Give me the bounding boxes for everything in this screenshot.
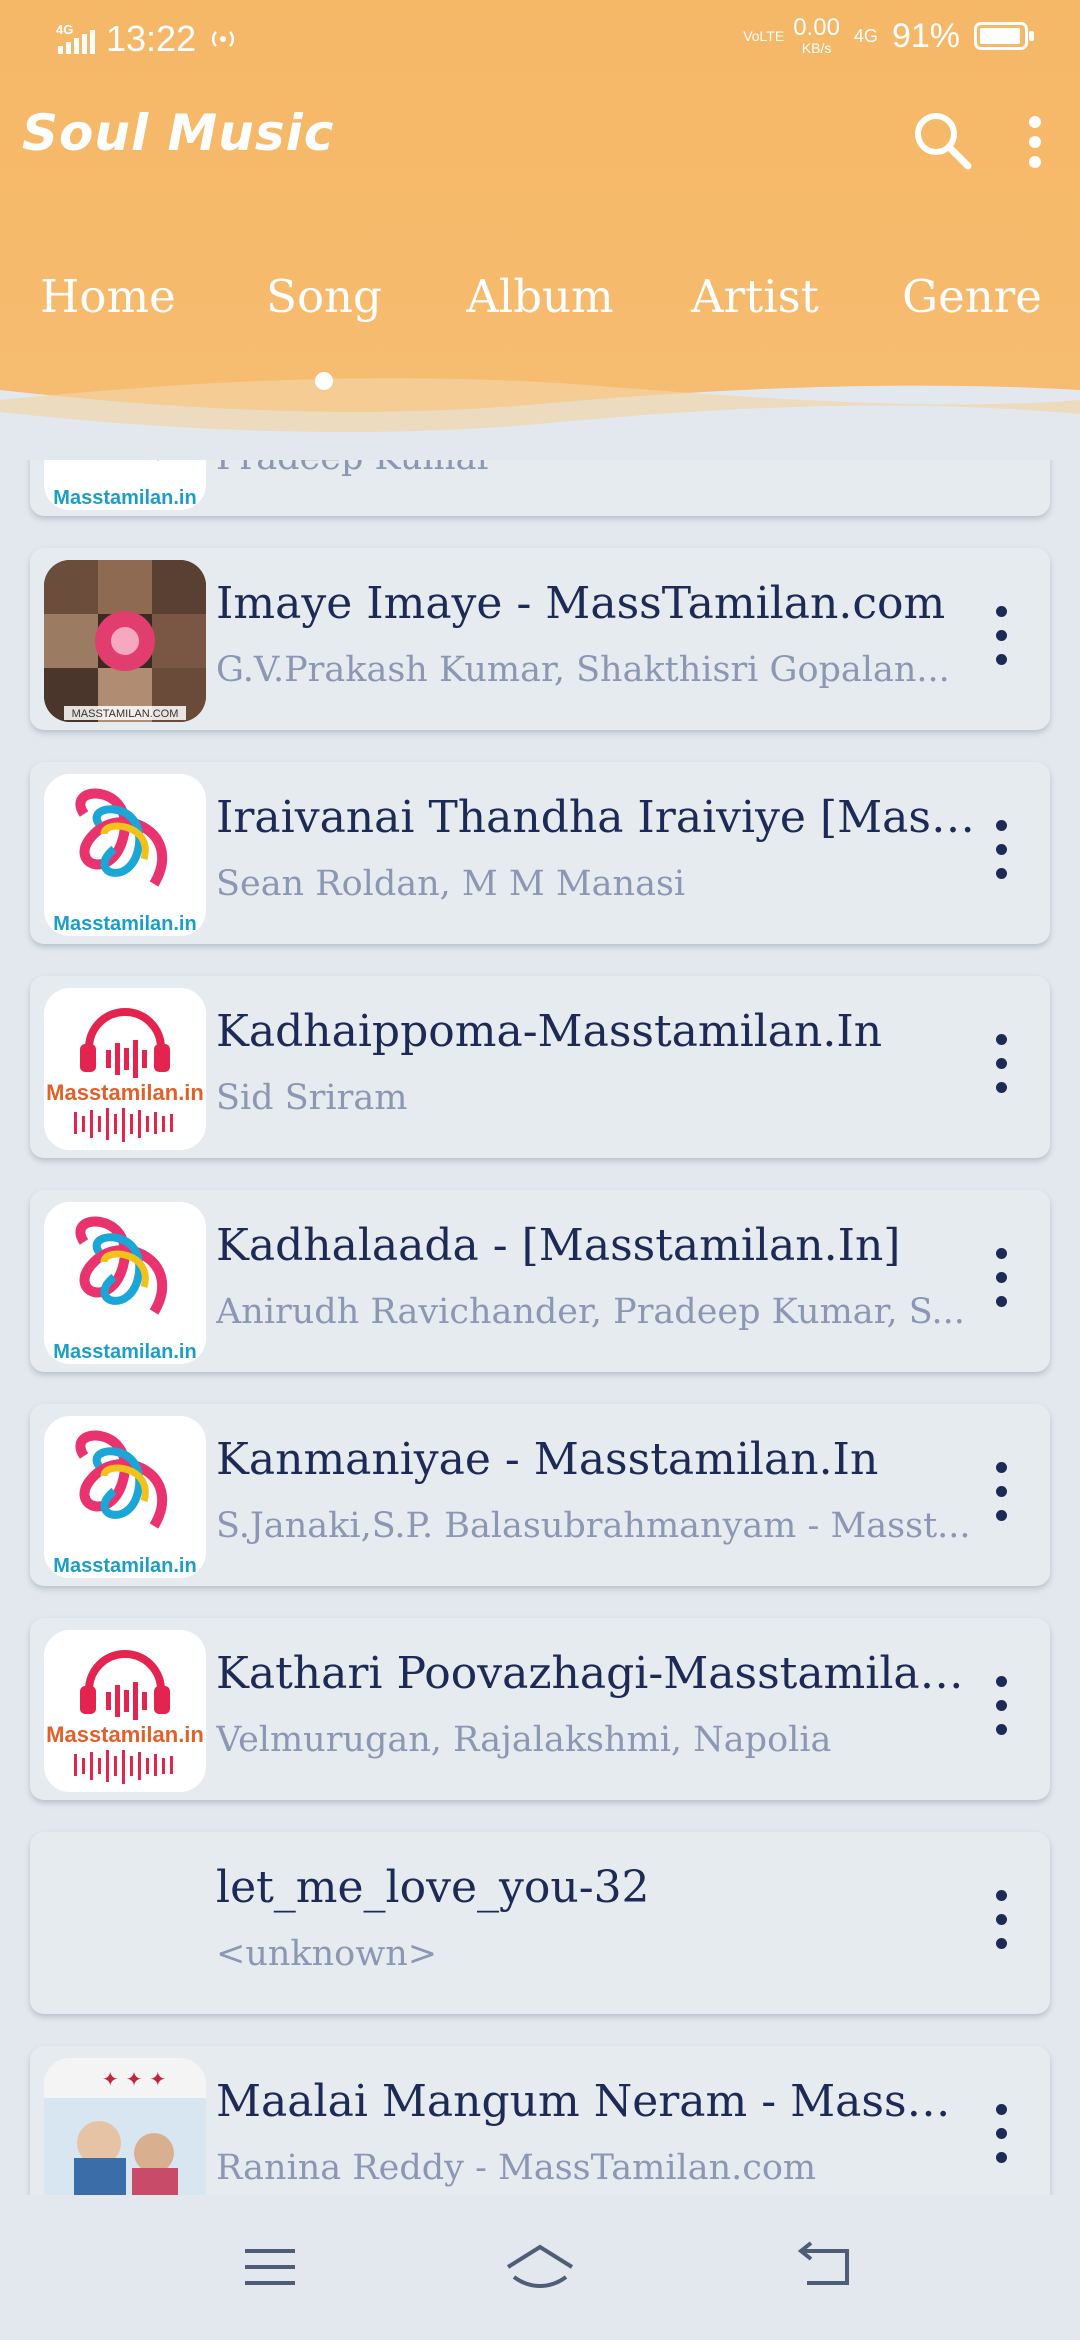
song-title: Kadhalaada - [Masstamilan.In] [216, 1220, 901, 1271]
svg-text:Masstamilan.in: Masstamilan.in [53, 1341, 196, 1363]
song-title: Maalai Mangum Neram - MassTa... [216, 2076, 976, 2127]
song-title: let_me_love_you-32 [216, 1862, 650, 1913]
song-title: Iraivanai Thandha Iraiviye [Mass... [216, 792, 976, 843]
hotspot-icon [211, 31, 235, 47]
song-title: Kadhaippoma-Masstamilan.In [216, 1006, 883, 1057]
svg-text:Masstamilan.in: Masstamilan.in [53, 913, 196, 935]
battery-percent: 91% [891, 16, 960, 55]
network-type-right: 4G [853, 26, 878, 46]
svg-text:Masstamilan.in: Masstamilan.in [53, 1555, 196, 1577]
svg-text:Masstamilan.in: Masstamilan.in [46, 1080, 204, 1105]
song-item[interactable]: Masstamilan.in Kadhaippoma-Masstamilan.I… [30, 976, 1050, 1158]
more-vertical-icon[interactable] [1010, 108, 1060, 178]
network-speed: 0.00 KB/s [793, 14, 840, 57]
song-menu-icon[interactable] [986, 606, 1016, 672]
album-art: ✦ ✦ ✦ [44, 2058, 206, 2195]
album-art: Masstamilan.in [44, 1630, 206, 1792]
song-menu-icon[interactable] [986, 2104, 1016, 2170]
song-menu-icon[interactable] [986, 1034, 1016, 1100]
album-art: Masstamilan.in [44, 774, 206, 936]
battery-icon [974, 22, 1034, 50]
signal-icon: 4G [56, 22, 95, 54]
album-art-placeholder [44, 1844, 206, 2006]
svg-text:4G: 4G [56, 22, 73, 37]
tab-album[interactable]: Album [440, 270, 640, 323]
app-title: Soul Music [22, 104, 335, 162]
svg-text:Masstamilan.in: Masstamilan.in [53, 487, 196, 509]
song-subtitle: S.Janaki,S.P. Balasubrahmanyam - Masst..… [216, 1506, 971, 1546]
song-menu-icon[interactable] [986, 1248, 1016, 1314]
song-title: Kanmaniyae - Masstamilan.In [216, 1434, 879, 1485]
header-wave [0, 378, 1080, 460]
song-subtitle: <unknown> [216, 1934, 438, 1974]
album-art: MASSTAMILAN.COM [44, 560, 206, 722]
tab-home[interactable]: Home [8, 270, 208, 323]
volte-indicator: VoLTE [743, 28, 785, 44]
song-item[interactable]: MASSTAMILAN.COM Imaye Imaye - MassTamila… [30, 548, 1050, 730]
song-subtitle: Sid Sriram [216, 1078, 408, 1118]
song-subtitle: Sean Roldan, M M Manasi [216, 864, 686, 904]
song-subtitle: Ranina Reddy - MassTamilan.com [216, 2148, 817, 2188]
search-icon[interactable] [908, 106, 978, 176]
song-item[interactable]: Masstamilan.in Kanmaniyae - Masstamilan.… [30, 1404, 1050, 1586]
svg-text:✦ ✦ ✦: ✦ ✦ ✦ [102, 2067, 166, 2091]
song-menu-icon[interactable] [986, 1676, 1016, 1742]
menu-icon[interactable] [230, 2237, 310, 2297]
status-time: 13:22 [106, 18, 197, 59]
song-subtitle: Anirudh Ravichander, Pradeep Kumar, S... [216, 1292, 965, 1332]
album-art: Masstamilan.in [44, 988, 206, 1150]
active-tab-indicator [315, 372, 333, 390]
song-item[interactable]: Masstamilan.in Kadhalaada - [Masstamilan… [30, 1190, 1050, 1372]
song-subtitle: Velmurugan, Rajalakshmi, Napolia [216, 1720, 832, 1760]
song-item[interactable]: let_me_love_you-32 <unknown> [30, 1832, 1050, 2014]
status-bar: 4G 13:22 VoLTE 0.00 KB/s 4G 91% [0, 0, 1080, 84]
song-menu-icon[interactable] [986, 820, 1016, 886]
svg-text:Masstamilan.in: Masstamilan.in [46, 1722, 204, 1747]
song-title: Imaye Imaye - MassTamilan.com [216, 578, 946, 629]
back-icon[interactable] [785, 2237, 865, 2297]
svg-text:MASSTAMILAN.COM: MASSTAMILAN.COM [72, 708, 179, 720]
song-item[interactable]: ✦ ✦ ✦ Maalai Mangum Neram - MassTa... Ra… [30, 2046, 1050, 2195]
home-icon[interactable] [500, 2237, 580, 2297]
system-nav-bar [0, 2195, 1080, 2340]
album-art: Masstamilan.in [44, 1416, 206, 1578]
tab-genre[interactable]: Genre [872, 270, 1072, 323]
album-art: Masstamilan.in [44, 1202, 206, 1364]
song-item[interactable]: Masstamilan.in Kathari Poovazhagi-Massta… [30, 1618, 1050, 1800]
song-menu-icon[interactable] [986, 1890, 1016, 1956]
tab-artist[interactable]: Artist [655, 270, 855, 323]
tab-song[interactable]: Song [224, 270, 424, 323]
song-menu-icon[interactable] [986, 1462, 1016, 1528]
song-subtitle: G.V.Prakash Kumar, Shakthisri Gopalan... [216, 650, 950, 690]
song-title: Kathari Poovazhagi-Masstamilan.... [216, 1648, 976, 1699]
song-item[interactable]: Masstamilan.in Iraivanai Thandha Iraiviy… [30, 762, 1050, 944]
tab-bar: Home Song Album Artist Genre [0, 270, 1080, 350]
